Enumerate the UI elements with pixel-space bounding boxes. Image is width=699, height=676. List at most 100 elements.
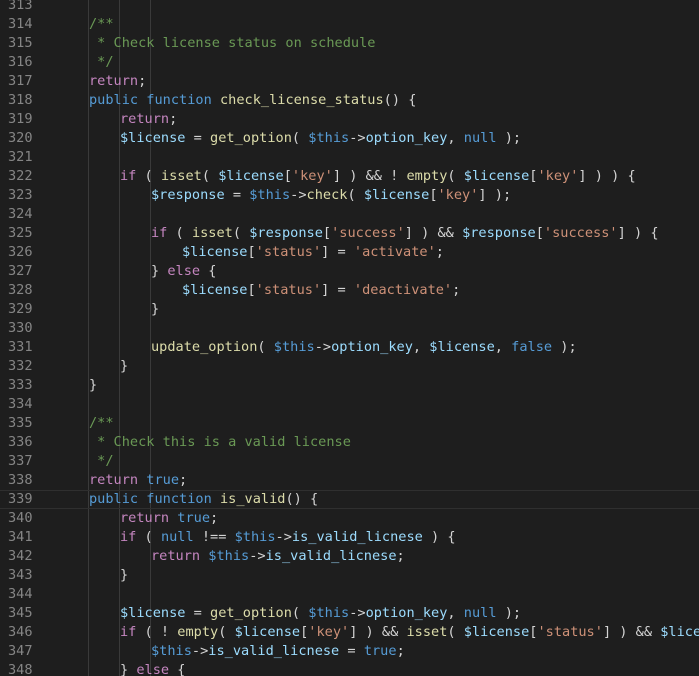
code-token: false <box>511 339 553 355</box>
code-line[interactable]: 341 if ( null !== $this->is_valid_licnese… <box>0 528 699 547</box>
code-token: -> <box>249 548 266 564</box>
code-line[interactable]: 337 */ <box>0 452 699 471</box>
code-token: option_key <box>365 130 448 146</box>
code-line[interactable]: 325 if ( isset( $response['success'] ) &&… <box>0 224 699 243</box>
code-token: 'key' <box>291 168 333 184</box>
code-token: -> <box>191 643 209 659</box>
code-text: return; <box>89 72 146 91</box>
code-line[interactable]: 345 $license = get_option( $this->option_… <box>0 604 699 623</box>
code-line[interactable]: 333} <box>0 376 699 395</box>
code-token: } <box>151 301 160 317</box>
line-number: 327 <box>8 263 33 279</box>
code-token: if <box>120 529 137 545</box>
code-line[interactable]: 328 $license['status'] = 'deactivate'; <box>0 281 699 300</box>
code-token: * Check license status on schedule <box>89 35 376 51</box>
code-text: return true; <box>120 509 218 528</box>
line-number: 335 <box>8 415 33 431</box>
line-number: 334 <box>8 396 33 412</box>
code-token: -> <box>349 130 366 146</box>
code-editor[interactable]: 313 314 /** 315 * Check license status on s… <box>0 0 699 676</box>
line-number: 331 <box>8 339 33 355</box>
code-line[interactable]: 319 return; <box>0 110 699 129</box>
code-line[interactable]: 336 * Check this is a valid license <box>0 433 699 452</box>
code-token: ; <box>396 548 405 564</box>
code-line[interactable]: 342 return $this->is_valid_licnese; <box>0 547 699 566</box>
code-line[interactable]: 317 return; <box>0 72 699 91</box>
code-token: ); <box>552 339 577 355</box>
code-token: ( <box>201 168 219 184</box>
code-line[interactable]: 320 $license = get_option( $this->option_… <box>0 129 699 148</box>
code-text: * Check this is a valid license <box>89 433 351 452</box>
code-token: } <box>120 358 129 374</box>
code-token: 'status' <box>255 282 322 298</box>
code-token: $this <box>151 643 192 659</box>
line-number: 323 <box>8 187 33 203</box>
code-line[interactable]: 346 if ( ! empty( $license['key'] ) && is… <box>0 623 699 642</box>
line-number: 333 <box>8 377 33 393</box>
code-text: } <box>120 566 128 585</box>
code-token: = <box>339 643 364 659</box>
code-token: ] ); <box>478 187 512 203</box>
code-token: $response <box>249 225 323 241</box>
code-line[interactable]: 322 if ( isset( $license['key'] ) && ! em… <box>0 167 699 186</box>
code-line[interactable]: 324 <box>0 205 699 224</box>
line-number: 314 <box>8 16 33 32</box>
code-line[interactable]: 335 /** <box>0 414 699 433</box>
code-line[interactable]: 318 public function check_license_status(… <box>0 91 699 110</box>
code-line[interactable]: 331 update_option( $this->option_key, $li… <box>0 338 699 357</box>
code-token: isset <box>406 624 448 640</box>
code-token: /** <box>89 16 114 32</box>
line-number: 324 <box>8 206 33 222</box>
code-line[interactable]: 321 <box>0 148 699 167</box>
code-text: $license = get_option( $this->option_key… <box>120 129 521 148</box>
code-line[interactable]: 329} <box>0 300 699 319</box>
line-number: 322 <box>8 168 33 184</box>
code-token: if <box>151 225 168 241</box>
code-line[interactable]: 313 <box>0 0 699 15</box>
code-line[interactable]: 314 /** <box>0 15 699 34</box>
code-token: [ <box>247 282 256 298</box>
code-line[interactable]: 334 <box>0 395 699 414</box>
code-token: option_key <box>365 605 448 621</box>
code-line[interactable]: 316 */ <box>0 53 699 72</box>
code-line[interactable]: 315 * Check license status on schedule <box>0 34 699 53</box>
code-line[interactable]: 330 <box>0 319 699 338</box>
code-token: null <box>463 605 497 621</box>
code-line[interactable]: 343} <box>0 566 699 585</box>
code-line[interactable]: 332} <box>0 357 699 376</box>
code-token: check_license_status <box>219 92 384 108</box>
line-number: 346 <box>8 624 33 640</box>
code-token: } <box>89 377 98 393</box>
code-text: $this->is_valid_licnese = true; <box>151 642 405 661</box>
line-number: 321 <box>8 149 33 165</box>
code-token: { <box>169 662 186 676</box>
code-token: ] = <box>321 282 354 298</box>
code-line[interactable]: 339 public function is_valid() { <box>0 490 699 509</box>
code-token: ] ) { <box>617 225 659 241</box>
code-token: */ <box>89 54 114 70</box>
code-token: 'success' <box>543 225 618 241</box>
code-token: 'status' <box>255 244 322 260</box>
code-text: return; <box>120 110 177 129</box>
code-token: $license <box>234 624 301 640</box>
code-token: null <box>160 529 194 545</box>
line-number: 344 <box>8 586 33 602</box>
code-token: return <box>120 111 170 127</box>
code-token: $license <box>120 130 186 146</box>
code-line[interactable]: 340 return true; <box>0 509 699 528</box>
code-token: $license <box>463 168 530 184</box>
code-token: ( ! <box>136 624 178 640</box>
code-token: ; <box>169 111 178 127</box>
code-token: $this <box>273 339 315 355</box>
code-line[interactable]: 327} else { <box>0 262 699 281</box>
code-token: !== <box>193 529 235 545</box>
code-line[interactable]: 326 $license['status'] = 'activate'; <box>0 243 699 262</box>
code-line[interactable]: 338 return true; <box>0 471 699 490</box>
code-line[interactable]: 348} else { <box>0 661 699 676</box>
code-line[interactable]: 323 $response = $this->check( $license['k… <box>0 186 699 205</box>
code-text: /** <box>89 414 114 433</box>
line-number: 325 <box>8 225 33 241</box>
code-line[interactable]: 344 <box>0 585 699 604</box>
code-token: 'key' <box>437 187 479 203</box>
code-line[interactable]: 347 $this->is_valid_licnese = true; <box>0 642 699 661</box>
